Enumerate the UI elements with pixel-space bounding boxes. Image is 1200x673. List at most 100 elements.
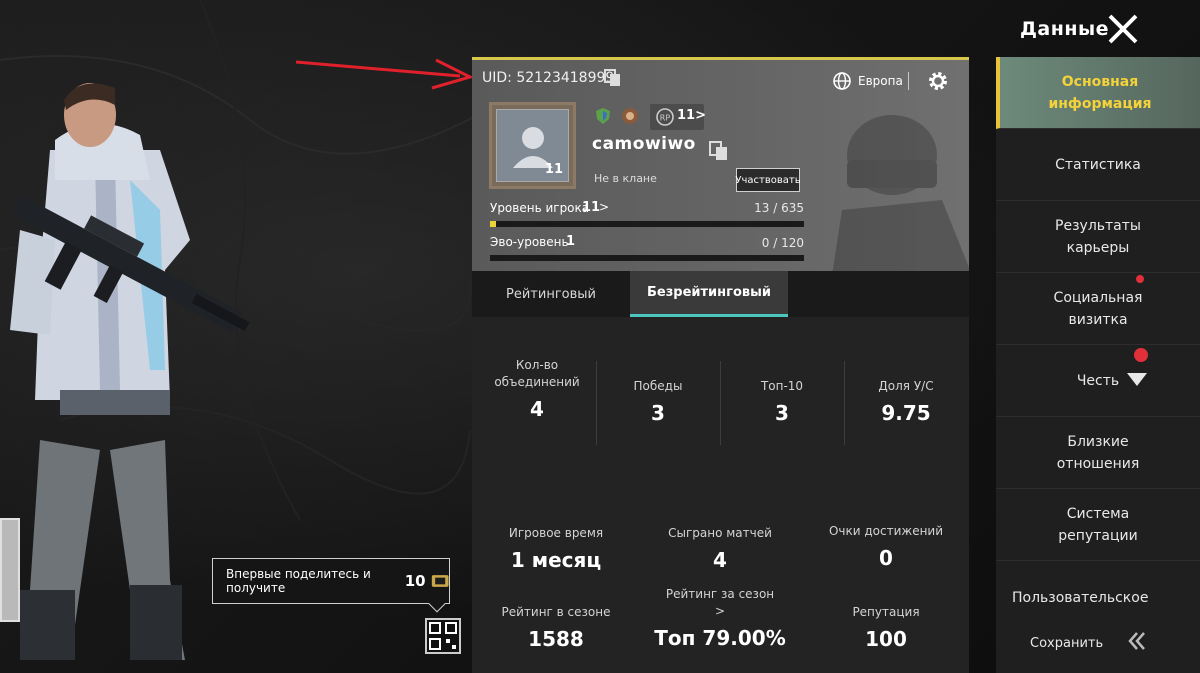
evo-level-progress: 0 / 120 <box>761 236 804 250</box>
red-arrow-annotation <box>295 58 475 90</box>
chevron-right-icon[interactable]: > <box>644 603 796 620</box>
sidebar-item-label: Основная <box>1061 73 1139 90</box>
stat-matches: Сыграно матчей 4 <box>650 525 790 572</box>
stat-value: 0 <box>879 546 893 570</box>
expand-triangle-icon[interactable] <box>1127 373 1147 386</box>
avatar-level: 11 <box>544 162 563 177</box>
rank-text: 11> <box>677 108 706 123</box>
stat-reputation: Репутация 100 <box>812 604 960 651</box>
soldier-silhouette-icon <box>832 115 969 271</box>
share-text: Впервые поделитесь и получите <box>226 567 371 595</box>
sidebar-item-relations[interactable]: Близкие отношения <box>996 417 1200 489</box>
custom-section-label[interactable]: Пользовательское <box>1012 590 1148 606</box>
stat-value: 4 <box>530 397 544 421</box>
gift-badge-icon <box>1134 348 1148 362</box>
stat-label: Доля У/С <box>878 379 934 393</box>
stat-value: 1588 <box>528 627 584 651</box>
double-chevron-left-icon[interactable] <box>1126 630 1148 652</box>
stat-value: Топ 79.00% <box>654 626 786 650</box>
copy-uid-icon[interactable] <box>603 68 623 88</box>
sidebar-item-reputation[interactable]: Система репутации <box>996 489 1200 561</box>
rp-icon: RP <box>656 108 674 126</box>
sidebar-item-label: Социальная <box>1053 289 1143 306</box>
clan-status: Не в клане <box>594 172 657 185</box>
player-level-label: Уровень игрока <box>490 201 590 215</box>
side-drawer-tab[interactable] <box>0 518 20 622</box>
divider <box>844 361 845 445</box>
sidebar-item-label: Близкие <box>1067 433 1129 450</box>
stat-season-top[interactable]: Рейтинг за сезон > Топ 79.00% <box>644 586 796 650</box>
sidebar-item-label: отношения <box>1056 455 1140 472</box>
coupon-icon <box>431 575 449 587</box>
stat-top10: Топ-10 3 <box>727 378 837 425</box>
player-name: camowiwo <box>592 134 696 154</box>
uid-label: UID: 52123418999 <box>482 70 615 86</box>
stat-value: 3 <box>651 401 665 425</box>
stat-merges: Кол-во объединений 4 <box>482 357 592 421</box>
rank-badge[interactable]: RP 11> <box>650 104 706 130</box>
stat-label: Кол-во <box>515 358 559 372</box>
profile-card: UID: 52123418999 Европа 11 RP 11> camowi… <box>472 57 969 271</box>
stat-label: Рейтинг за сезон <box>665 587 775 601</box>
sidebar-item-career[interactable]: Результаты карьеры <box>996 201 1200 273</box>
stat-label: Игровое время <box>508 526 604 540</box>
stat-kd: Доля У/С 9.75 <box>850 378 962 425</box>
player-level-bar <box>490 221 804 227</box>
avatar: 11 <box>496 109 569 182</box>
stat-label: объединений <box>494 375 580 389</box>
sidebar-item-label: Результаты <box>1055 217 1141 234</box>
save-button[interactable]: Сохранить <box>1030 636 1103 651</box>
divider <box>908 72 909 90</box>
stat-value: 3 <box>775 401 789 425</box>
stat-label: Рейтинг в сезоне <box>501 605 611 619</box>
stat-achievements: Очки достижений 0 <box>812 523 960 570</box>
level-details-chevron[interactable]: > <box>599 200 609 214</box>
player-level-value: 11 <box>582 200 601 215</box>
sidebar-item-statistics[interactable]: Статистика <box>996 129 1200 201</box>
sidebar-item-label: Честь <box>1076 372 1120 389</box>
player-level-bar-fill <box>490 221 497 227</box>
notification-dot <box>1136 275 1144 283</box>
share-reward-value: 10 <box>404 572 426 590</box>
stat-value: 100 <box>865 627 907 651</box>
gear-icon[interactable] <box>926 69 950 93</box>
sidebar-item-basic-info[interactable]: Основная информация <box>996 57 1200 129</box>
qr-code-icon[interactable] <box>425 618 461 654</box>
stat-value: 4 <box>713 548 727 572</box>
sidebar-item-label: Статистика <box>1055 156 1141 173</box>
stat-label: Репутация <box>852 605 920 619</box>
evo-level-bar <box>490 255 804 261</box>
share-reward-tooltip[interactable]: Впервые поделитесь и получите 10 <box>212 558 450 613</box>
sidebar-item-label: репутации <box>1058 527 1138 544</box>
sidebar-item-label: Система <box>1066 505 1130 522</box>
stat-label: Сыграно матчей <box>668 526 772 540</box>
divider <box>596 361 597 445</box>
page-title: Данные <box>1020 18 1110 40</box>
sidebar: Основная информация Статистика Результат… <box>996 57 1200 673</box>
stat-playtime: Игровое время 1 месяц <box>486 525 626 572</box>
copy-name-icon[interactable] <box>708 140 730 162</box>
stat-wins: Победы 3 <box>602 378 714 425</box>
region-label[interactable]: Европа <box>858 74 903 88</box>
avatar-frame[interactable]: 11 <box>489 102 576 189</box>
divider <box>720 361 721 445</box>
stat-value: 9.75 <box>881 401 931 425</box>
tab-unranked[interactable]: Безрейтинговый <box>630 271 788 317</box>
mode-tabs: Рейтинговый Безрейтинговый <box>472 271 969 317</box>
sidebar-item-label: информация <box>1048 95 1152 112</box>
sidebar-item-label: визитка <box>1068 311 1128 328</box>
join-clan-button[interactable]: Участвовать <box>735 168 801 192</box>
stat-season-rating: Рейтинг в сезоне 1588 <box>486 604 626 651</box>
card-accent-line <box>472 57 969 60</box>
stat-label: Победы <box>633 379 683 393</box>
globe-icon[interactable] <box>832 71 852 91</box>
sidebar-item-honor[interactable]: Честь <box>996 345 1200 417</box>
evo-level-value: 1 <box>566 234 576 249</box>
stat-label: Очки достижений <box>828 524 944 538</box>
medal-badge-icon[interactable] <box>620 106 640 126</box>
sidebar-item-social-card[interactable]: Социальная визитка <box>996 273 1200 345</box>
stats-panel: Рейтинговый Безрейтинговый Кол-во объеди… <box>472 271 969 673</box>
tab-ranked[interactable]: Рейтинговый <box>472 271 630 317</box>
close-icon[interactable] <box>1104 10 1142 48</box>
shield-badge-icon[interactable] <box>594 107 612 125</box>
